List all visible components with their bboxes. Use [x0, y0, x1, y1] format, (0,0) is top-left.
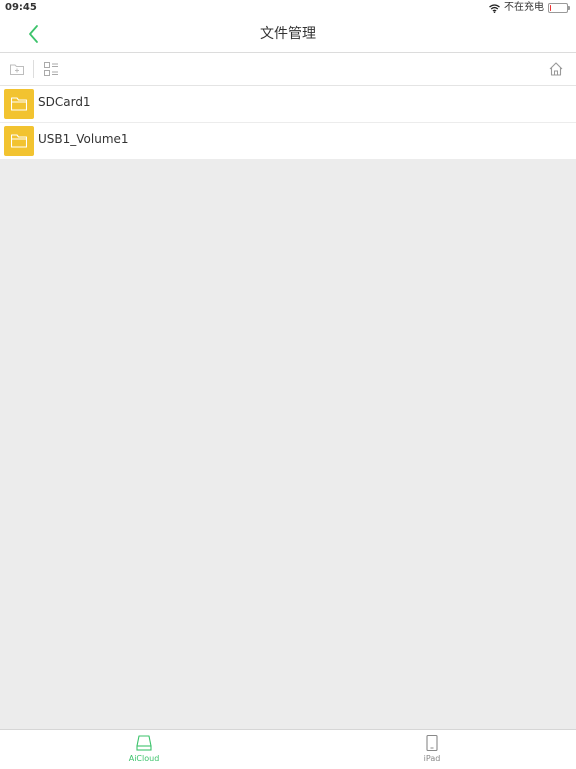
back-button[interactable]	[22, 22, 46, 46]
file-name: USB1_Volume1	[38, 132, 129, 146]
navigation-bar: 文件管理	[0, 16, 576, 53]
drive-icon	[136, 735, 152, 751]
toolbar-divider	[33, 60, 34, 78]
file-list: SDCard1 USB1_Volume1	[0, 86, 576, 160]
tab-bar: AiCloud iPad	[0, 729, 576, 769]
list-view-button[interactable]	[43, 61, 59, 77]
battery-level-fill	[550, 5, 551, 11]
page-title: 文件管理	[260, 26, 316, 42]
folder-icon	[4, 126, 34, 156]
file-list-item[interactable]: USB1_Volume1	[0, 123, 576, 160]
tab-ipad[interactable]: iPad	[392, 730, 472, 769]
file-name: SDCard1	[38, 95, 91, 109]
home-button[interactable]	[548, 61, 564, 77]
wifi-icon	[489, 3, 500, 13]
status-time: 09:45	[5, 2, 37, 13]
list-view-icon	[44, 62, 58, 76]
status-indicators: 不在充电	[489, 0, 570, 16]
tab-label: AiCloud	[128, 754, 160, 763]
charging-status-text: 不在充电	[504, 2, 544, 13]
battery-icon	[548, 3, 570, 13]
folder-icon	[4, 89, 34, 119]
tab-aicloud[interactable]: AiCloud	[104, 730, 184, 769]
home-icon	[549, 62, 563, 76]
tablet-icon	[426, 734, 438, 752]
status-bar: 09:45 不在充电	[0, 0, 576, 16]
chevron-left-icon	[29, 25, 38, 43]
file-list-item[interactable]: SDCard1	[0, 86, 576, 123]
new-folder-button[interactable]	[9, 61, 25, 77]
tab-label: iPad	[423, 754, 441, 763]
toolbar	[0, 53, 576, 86]
folder-add-icon	[10, 64, 24, 75]
